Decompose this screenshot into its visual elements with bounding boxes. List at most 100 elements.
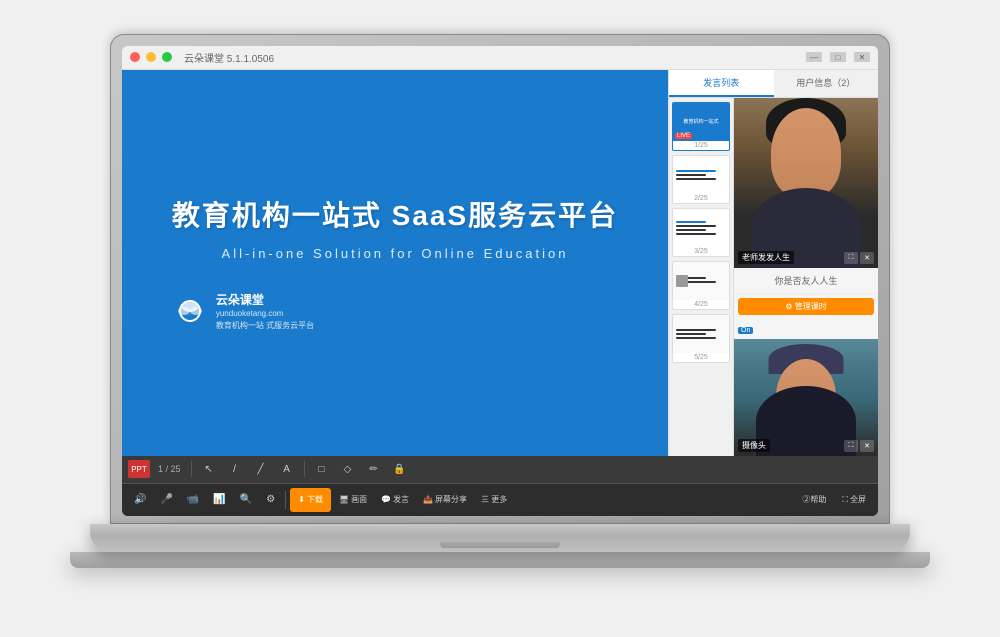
maximize-dot[interactable] <box>162 52 172 62</box>
slide-thumb-4[interactable]: 4/25 <box>672 261 730 310</box>
slide-num-2: 2/25 <box>673 194 729 203</box>
slide-thumb-2[interactable]: 2/25 <box>672 155 730 204</box>
settings-btn[interactable]: ⚙ <box>260 488 281 512</box>
page-indicator: 1 / 25 <box>154 464 185 474</box>
logo-name: 云朵课堂 <box>216 291 314 308</box>
camera-feed-bottom: 摄像头 ⛶ ✕ <box>734 339 878 456</box>
body-bottom <box>756 386 856 456</box>
slide-thumb-5[interactable]: 5/25 <box>672 314 730 363</box>
audio-btn[interactable]: 🔊 <box>128 488 152 512</box>
right-panel: 发言列表 用户信息（2） 教育机构一站式 <box>668 70 878 456</box>
bottom-area: PPT 1 / 25 ↖ / ╱ A □ ◇ ✏ 🔒 <box>122 456 878 516</box>
chat-icon: 💬 <box>381 495 391 504</box>
camera-feed-top: 老师发发人生 ⛶ ✕ <box>734 98 878 268</box>
tab-users[interactable]: 用户信息（2） <box>774 70 879 97</box>
on-badge: On <box>738 327 753 334</box>
restore-btn[interactable]: □ <box>830 52 846 62</box>
main-toolbar: 🔊 🎤 📹 📊 🔍 <box>122 484 878 516</box>
tool-right: ②帮助 ⛶ 全屏 <box>796 488 872 512</box>
slide-content: 教育机构一站式 SaaS服务云平台 All-in-one Solution fo… <box>172 194 618 330</box>
manage-icon: ⚙ <box>785 302 792 311</box>
help-label: ②帮助 <box>802 494 826 505</box>
greeting-text: 你是否友人人生 <box>734 268 878 294</box>
mic-icon: 🎤 <box>160 494 172 505</box>
tool-lock[interactable]: 🔒 <box>389 460 411 478</box>
manage-label: 管理课时 <box>795 302 827 311</box>
slide-num-3: 3/25 <box>673 247 729 256</box>
stats-btn[interactable]: 📊 <box>207 488 231 512</box>
tool-text[interactable]: A <box>276 460 298 478</box>
download-label: 下载 <box>307 494 323 505</box>
camera-name-bottom: 摄像头 <box>738 439 770 452</box>
share-label: 屏幕分享 <box>435 494 467 505</box>
more-label: 三 更多 <box>481 494 507 505</box>
help-btn[interactable]: ②帮助 <box>796 488 832 512</box>
tab-slides[interactable]: 发言列表 <box>669 70 774 97</box>
slide-num-5: 5/25 <box>673 353 729 362</box>
separator-1 <box>191 461 192 477</box>
slide-thumbnails[interactable]: 教育机构一站式 LIVE 1/25 <box>669 98 734 456</box>
separator-main <box>285 491 286 509</box>
download-btn[interactable]: ⬇ 下载 <box>290 488 331 512</box>
more-btn[interactable]: 三 更多 <box>475 488 513 512</box>
close-btn[interactable]: ✕ <box>854 52 870 62</box>
camera-controls-top: ⛶ ✕ <box>844 252 874 264</box>
camera-feeds: 老师发发人生 ⛶ ✕ 你是否友人人生 <box>734 98 878 456</box>
minimize-dot[interactable] <box>146 52 156 62</box>
minimize-btn[interactable]: — <box>806 52 822 62</box>
right-panel-tabs: 发言列表 用户信息（2） <box>669 70 878 98</box>
tool-diamond[interactable]: ◇ <box>337 460 359 478</box>
window-controls: — □ ✕ <box>806 52 870 62</box>
fullscreen-icon: ⛶ <box>842 495 848 505</box>
tool-rect[interactable]: □ <box>311 460 333 478</box>
cam-ctrl-1[interactable]: ⛶ <box>844 252 858 264</box>
face-area-top <box>771 108 841 198</box>
search-btn[interactable]: 🔍 <box>234 488 258 512</box>
tool-select[interactable]: ↖ <box>198 460 220 478</box>
search-icon: 🔍 <box>240 494 252 505</box>
slide-logo: 云朵课堂 yunduoketang.com 教育机构一站 式服务云平台 <box>172 291 618 330</box>
laptop-hinge <box>440 542 560 548</box>
camera-icon: 📹 <box>187 494 199 505</box>
cam-ctrl-4[interactable]: ✕ <box>860 440 874 452</box>
main-area: 教育机构一站式 SaaS服务云平台 All-in-one Solution fo… <box>122 70 878 456</box>
chat-label: 发言 <box>393 494 409 505</box>
fullscreen-btn[interactable]: ⛶ 全屏 <box>836 488 872 512</box>
tool-line[interactable]: ╱ <box>250 460 272 478</box>
ppt-button[interactable]: PPT <box>128 460 150 478</box>
screen-icon: 🖥 <box>339 495 349 504</box>
separator-2 <box>304 461 305 477</box>
chat-btn[interactable]: 💬 发言 <box>375 488 415 512</box>
slide-presentation: 教育机构一站式 SaaS服务云平台 All-in-one Solution fo… <box>122 70 668 456</box>
manage-button[interactable]: ⚙ 管理课时 <box>738 298 874 315</box>
laptop-base <box>70 552 930 568</box>
logo-url: yunduoketang.com <box>216 308 314 319</box>
title-bar: 云朵课堂 5.1.1.0506 — □ ✕ <box>122 46 878 70</box>
screen-btn[interactable]: 🖥 画面 <box>333 488 373 512</box>
camera-controls-bottom: ⛶ ✕ <box>844 440 874 452</box>
camera-name-top: 老师发发人生 <box>738 251 794 264</box>
slide-thumb-3[interactable]: 3/25 <box>672 208 730 257</box>
laptop-wrapper: 云朵课堂 5.1.1.0506 — □ ✕ 教育机构一站式 SaaS服务云平台 … <box>70 34 930 604</box>
stats-icon: 📊 <box>213 494 225 505</box>
logo-tagline: 教育机构一站 式服务云平台 <box>216 320 314 331</box>
cam-ctrl-2[interactable]: ✕ <box>860 252 874 264</box>
logo-text: 云朵课堂 yunduoketang.com 教育机构一站 式服务云平台 <box>216 291 314 330</box>
mic-btn[interactable]: 🎤 <box>154 488 178 512</box>
camera-btn[interactable]: 📹 <box>181 488 205 512</box>
app-title: 云朵课堂 5.1.1.0506 <box>184 50 274 65</box>
download-icon: ⬇ <box>298 495 305 504</box>
close-dot[interactable] <box>130 52 140 62</box>
tool-eraser[interactable]: ✏ <box>363 460 385 478</box>
drawing-toolbar: PPT 1 / 25 ↖ / ╱ A □ ◇ ✏ 🔒 <box>122 456 878 484</box>
tool-pen[interactable]: / <box>224 460 246 478</box>
cam-ctrl-3[interactable]: ⛶ <box>844 440 858 452</box>
slide-title-chinese: 教育机构一站式 SaaS服务云平台 <box>172 194 618 234</box>
share-icon: 📤 <box>423 495 433 504</box>
share-btn[interactable]: 📤 屏幕分享 <box>417 488 473 512</box>
slide-num-1: 1/25 <box>673 141 729 150</box>
live-badge: LIVE <box>675 133 692 139</box>
slide-thumb-1[interactable]: 教育机构一站式 LIVE 1/25 <box>672 102 730 151</box>
slide-num-4: 4/25 <box>673 300 729 309</box>
fullscreen-label: 全屏 <box>850 494 866 505</box>
